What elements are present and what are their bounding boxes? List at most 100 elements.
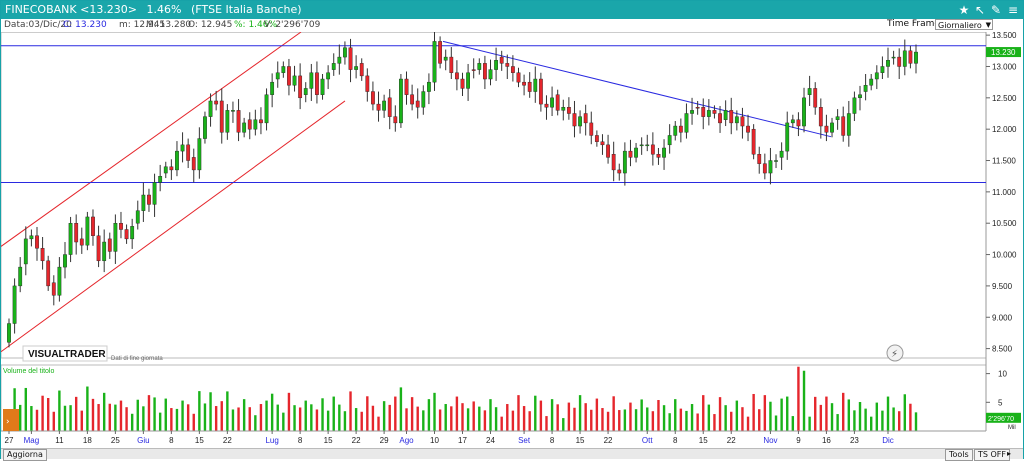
- tools-button[interactable]: Tools: [945, 449, 973, 461]
- price-tick-label: 13.000: [992, 62, 1017, 71]
- volume-bar: [629, 402, 632, 431]
- volume-bar: [18, 404, 22, 431]
- candle-body: [163, 166, 168, 174]
- candle-body: [40, 248, 45, 262]
- volume-bar: [371, 405, 375, 431]
- candle-body: [141, 194, 146, 211]
- candle-body: [119, 223, 123, 230]
- volume-bar: [595, 398, 599, 431]
- candle-body: [818, 107, 823, 127]
- volume-bar: [618, 410, 621, 431]
- volume-bar: [746, 416, 750, 431]
- volume-bar: [198, 391, 201, 431]
- candle-body: [594, 135, 599, 142]
- x-tick-label: 8: [550, 436, 555, 445]
- volume-bar: [802, 370, 806, 431]
- candle-body: [57, 266, 62, 296]
- scroll-right-icon[interactable]: ▸: [1007, 449, 1011, 459]
- menu-icon[interactable]: ≡: [1005, 2, 1021, 18]
- star-icon[interactable]: ★: [956, 2, 972, 18]
- timeframe-select[interactable]: Giornaliero ▼: [935, 19, 993, 30]
- price-tick-label: 9.500: [992, 282, 1013, 291]
- candle-body: [891, 56, 896, 59]
- volume-bar: [718, 397, 722, 431]
- volume-tick-label: 5: [998, 398, 1003, 407]
- volume-bar: [108, 403, 111, 431]
- candle-body: [460, 78, 465, 89]
- volume-bar: [758, 409, 761, 431]
- x-tick-label: 15: [576, 436, 585, 445]
- volume-bar: [332, 396, 335, 431]
- volume-bar: [842, 392, 845, 431]
- x-tick-label: Mag: [24, 436, 40, 445]
- candle-body: [259, 119, 263, 124]
- candle-body: [494, 60, 498, 70]
- volume-bar: [562, 418, 565, 431]
- candlestick-series: [7, 32, 918, 348]
- volume-bar: [836, 414, 839, 431]
- x-tick-label: 25: [111, 436, 120, 445]
- title-bar: FINECOBANK <13.230> 1.46% (FTSE Italia B…: [1, 1, 1023, 19]
- volume-bar: [214, 406, 218, 431]
- x-tick-label: Ago: [399, 436, 414, 445]
- volume-bar: [786, 396, 789, 431]
- pencil-icon[interactable]: ✎: [988, 2, 1004, 18]
- volume-bar: [86, 386, 89, 431]
- candle-body: [516, 72, 521, 83]
- x-tick-label: 27: [5, 436, 14, 445]
- volume-bar: [780, 398, 783, 431]
- volume-bar: [847, 399, 851, 431]
- last-price-label: 13.230: [991, 48, 1016, 57]
- volume-bar: [472, 401, 475, 431]
- ts-button[interactable]: TS OFF: [974, 449, 1011, 461]
- volume-bar: [164, 398, 167, 431]
- candle-body: [343, 47, 347, 58]
- x-tick-label: 29: [380, 436, 389, 445]
- volume-bar: [326, 410, 330, 431]
- candle-body: [583, 113, 588, 124]
- candle-body: [404, 78, 409, 95]
- price-tick-label: 10.500: [992, 219, 1017, 228]
- volume-bar: [41, 395, 44, 431]
- candle-body: [107, 238, 112, 252]
- price-chart[interactable]: 8.500 9.000 9.500 10.000 10.500 11.000 11.500 1…: [1, 32, 1023, 448]
- candle-body: [650, 144, 655, 155]
- candle-body: [449, 56, 454, 73]
- info-volume: V: 2'296'709: [264, 20, 321, 30]
- volume-bar: [186, 404, 190, 431]
- candle-body: [253, 119, 258, 130]
- volume-bar: [52, 411, 55, 431]
- candle-body: [678, 125, 683, 133]
- candle-body: [175, 150, 179, 171]
- volume-bar: [886, 396, 890, 431]
- candle-body: [762, 163, 767, 174]
- volume-bar: [494, 407, 498, 431]
- candle-body: [382, 100, 387, 111]
- volume-bar: [399, 387, 403, 431]
- candle-body: [124, 229, 129, 240]
- candle-body: [684, 113, 689, 133]
- candle-body: [858, 94, 862, 99]
- arrow-right-icon: ›: [6, 417, 10, 427]
- candle-body: [846, 113, 851, 136]
- candle-body: [706, 110, 711, 117]
- volume-bar: [153, 397, 156, 431]
- volume-bar: [35, 409, 39, 431]
- draw-tool-icon[interactable]: ↖: [972, 2, 988, 18]
- volume-bar: [909, 403, 912, 431]
- candle-body: [85, 216, 90, 246]
- volume-bar: [349, 391, 352, 431]
- candle-body: [561, 107, 566, 111]
- volume-bar: [114, 404, 117, 431]
- candle-body: [712, 110, 717, 114]
- volume-bar: [461, 403, 464, 431]
- x-tick-label: 22: [727, 436, 736, 445]
- candle-body: [751, 128, 756, 155]
- volume-bar: [388, 404, 391, 431]
- volume-bar: [668, 413, 671, 431]
- refresh-button[interactable]: Aggiorna: [3, 449, 47, 461]
- chart-axes: 8.500 9.000 9.500 10.000 10.500 11.000 11.500 1…: [1, 32, 1021, 445]
- x-tick-label: 22: [604, 436, 613, 445]
- candle-body: [544, 103, 549, 108]
- x-tick-label: Set: [518, 436, 531, 445]
